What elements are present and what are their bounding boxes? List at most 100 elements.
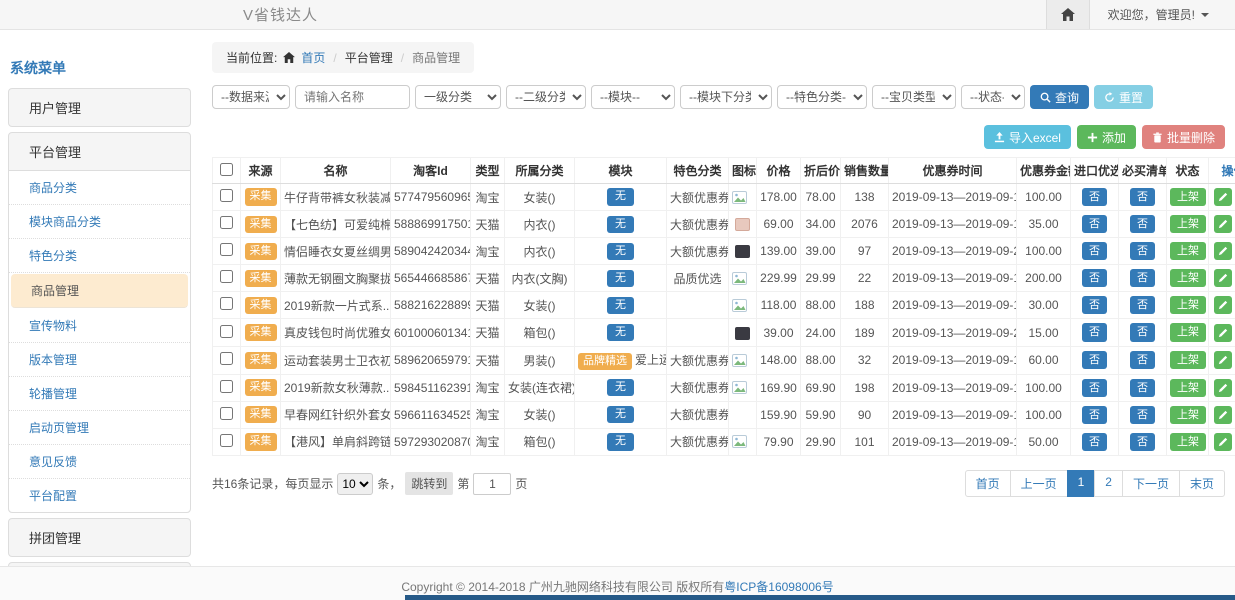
must-buy-toggle[interactable]: 否	[1130, 351, 1155, 369]
row-checkbox[interactable]	[220, 380, 233, 393]
data-source-select[interactable]: --数据来源--	[212, 85, 290, 109]
reset-button[interactable]: 重置	[1094, 85, 1153, 109]
row-checkbox[interactable]	[220, 270, 233, 283]
sidebar-item-轮播管理[interactable]: 轮播管理	[9, 377, 190, 411]
sidebar-group-平台管理[interactable]: 平台管理	[9, 133, 190, 170]
import-select-toggle[interactable]: 否	[1082, 351, 1107, 369]
pager-item-首页[interactable]: 首页	[965, 470, 1011, 497]
column-header-优惠券金额: 优惠券金额	[1017, 158, 1071, 184]
status-toggle[interactable]: 上架	[1170, 242, 1206, 260]
row-checkbox[interactable]	[220, 434, 233, 447]
edit-button[interactable]	[1214, 215, 1232, 233]
add-button[interactable]: 添加	[1077, 125, 1136, 149]
coupon-amount-cell: 30.00	[1017, 292, 1071, 319]
filter-select-7[interactable]: --状态--	[961, 85, 1025, 109]
must-buy-toggle[interactable]: 否	[1130, 433, 1155, 451]
import-excel-button[interactable]: 导入excel	[984, 125, 1071, 149]
breadcrumb-home-link[interactable]: 首页	[301, 49, 325, 66]
filter-select-2[interactable]: --二级分类--	[506, 85, 586, 109]
must-buy-toggle[interactable]: 否	[1130, 242, 1155, 260]
edit-button[interactable]	[1214, 269, 1232, 287]
chevron-down-icon	[1201, 13, 1209, 17]
must-buy-toggle[interactable]: 否	[1130, 323, 1155, 341]
status-toggle[interactable]: 上架	[1170, 296, 1206, 314]
pager-item-下一页[interactable]: 下一页	[1122, 470, 1180, 497]
import-select-toggle[interactable]: 否	[1082, 433, 1107, 451]
search-button[interactable]: 查询	[1030, 85, 1089, 109]
status-toggle[interactable]: 上架	[1170, 215, 1206, 233]
row-checkbox[interactable]	[220, 189, 233, 202]
status-toggle[interactable]: 上架	[1170, 379, 1206, 397]
sidebar-item-商品分类[interactable]: 商品分类	[9, 171, 190, 205]
row-checkbox[interactable]	[220, 243, 233, 256]
status-toggle[interactable]: 上架	[1170, 188, 1206, 206]
edit-button[interactable]	[1214, 296, 1232, 314]
edit-button[interactable]	[1214, 379, 1232, 397]
sidebar-item-启动页管理[interactable]: 启动页管理	[9, 411, 190, 445]
pager-item-上一页[interactable]: 上一页	[1010, 470, 1068, 497]
per-page-select[interactable]: 10	[337, 473, 373, 495]
sidebar-item-特色分类[interactable]: 特色分类	[9, 239, 190, 273]
status-toggle[interactable]: 上架	[1170, 351, 1206, 369]
row-checkbox[interactable]	[220, 216, 233, 229]
import-select-toggle[interactable]: 否	[1082, 323, 1107, 341]
import-select-toggle[interactable]: 否	[1082, 296, 1107, 314]
must-buy-toggle[interactable]: 否	[1130, 215, 1155, 233]
icp-link[interactable]: 粤ICP备16098006号	[724, 580, 833, 594]
pager-item-末页[interactable]: 末页	[1179, 470, 1225, 497]
filter-select-4[interactable]: --模块下分类--	[680, 85, 772, 109]
row-checkbox[interactable]	[220, 407, 233, 420]
edit-button[interactable]	[1214, 433, 1232, 451]
home-button[interactable]	[1046, 0, 1090, 29]
row-checkbox[interactable]	[220, 352, 233, 365]
module-badge: 品牌精选	[578, 353, 632, 370]
sidebar-item-意见反馈[interactable]: 意见反馈	[9, 445, 190, 479]
status-toggle[interactable]: 上架	[1170, 323, 1206, 341]
edit-button[interactable]	[1214, 351, 1232, 369]
sidebar-item-宣传物料[interactable]: 宣传物料	[9, 309, 190, 343]
batch-delete-button[interactable]: 批量删除	[1142, 125, 1225, 149]
edit-button[interactable]	[1214, 242, 1232, 260]
import-select-toggle[interactable]: 否	[1082, 379, 1107, 397]
sidebar-group-用户管理[interactable]: 用户管理	[9, 89, 190, 126]
must-buy-toggle[interactable]: 否	[1130, 406, 1155, 424]
import-select-toggle[interactable]: 否	[1082, 406, 1107, 424]
status-toggle[interactable]: 上架	[1170, 433, 1206, 451]
name-search-input[interactable]	[295, 85, 410, 109]
must-buy-toggle[interactable]: 否	[1130, 188, 1155, 206]
filter-select-1[interactable]: 一级分类	[415, 85, 501, 109]
row-checkbox[interactable]	[220, 325, 233, 338]
pager-item-1[interactable]: 1	[1067, 470, 1096, 497]
import-select-toggle[interactable]: 否	[1082, 269, 1107, 287]
must-buy-toggle[interactable]: 否	[1130, 296, 1155, 314]
module-badge: 无	[607, 297, 634, 314]
pager-item-2[interactable]: 2	[1094, 470, 1123, 497]
must-buy-toggle[interactable]: 否	[1130, 379, 1155, 397]
sidebar-item-模块商品分类[interactable]: 模块商品分类	[9, 205, 190, 239]
status-toggle[interactable]: 上架	[1170, 406, 1206, 424]
app-title: V省钱达人	[243, 4, 318, 25]
edit-button[interactable]	[1214, 406, 1232, 424]
edit-button[interactable]	[1214, 324, 1232, 342]
user-menu[interactable]: 欢迎您，管理员!	[1090, 6, 1235, 23]
sidebar-item-版本管理[interactable]: 版本管理	[9, 343, 190, 377]
edit-button[interactable]	[1214, 188, 1232, 206]
feature-category-cell	[667, 292, 729, 319]
row-checkbox[interactable]	[220, 297, 233, 310]
filter-select-5[interactable]: --特色分类--	[777, 85, 867, 109]
import-select-toggle[interactable]: 否	[1082, 215, 1107, 233]
sidebar-item-商品管理[interactable]: 商品管理	[11, 274, 188, 308]
discount-price-cell: 59.90	[801, 401, 841, 428]
jump-button[interactable]: 跳转到	[405, 472, 453, 495]
sidebar-group-拼团管理[interactable]: 拼团管理	[9, 519, 190, 556]
sidebar-item-平台配置[interactable]: 平台配置	[9, 479, 190, 512]
import-select-toggle[interactable]: 否	[1082, 242, 1107, 260]
filter-select-3[interactable]: --模块--	[591, 85, 675, 109]
jump-page-input[interactable]	[473, 473, 511, 495]
import-select-toggle[interactable]: 否	[1082, 188, 1107, 206]
select-all-checkbox[interactable]	[220, 163, 233, 176]
must-buy-toggle[interactable]: 否	[1130, 269, 1155, 287]
status-toggle[interactable]: 上架	[1170, 269, 1206, 287]
coupon-amount-cell: 100.00	[1017, 184, 1071, 211]
filter-select-6[interactable]: --宝贝类型--	[872, 85, 956, 109]
